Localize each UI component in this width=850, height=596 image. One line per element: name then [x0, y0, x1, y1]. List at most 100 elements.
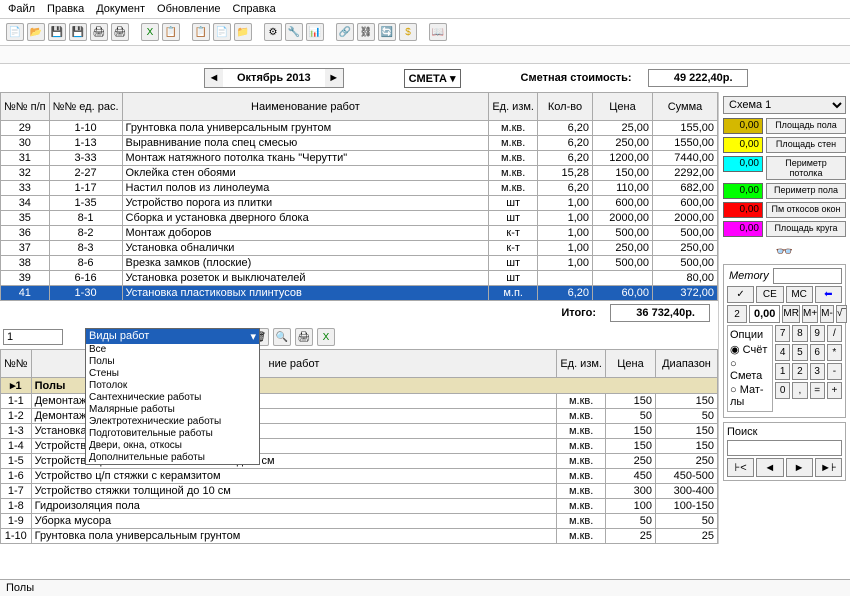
menu-help[interactable]: Справка	[233, 3, 276, 15]
table-row[interactable]: 1-11Грунтовка пола бетон-контактомм.кв.3…	[1, 544, 718, 545]
t1-header[interactable]: Цена	[593, 93, 653, 121]
calc-mplus[interactable]: M+	[802, 305, 818, 323]
period-next-button[interactable]: ►	[325, 69, 343, 87]
kdiv[interactable]: /	[827, 325, 842, 342]
k2[interactable]: 2	[792, 363, 807, 380]
menu-file[interactable]: Файл	[8, 3, 35, 15]
calc-mminus[interactable]: M-	[820, 305, 834, 323]
dropdown-item[interactable]: Стены	[86, 368, 259, 380]
calc-check[interactable]: ✓	[727, 286, 754, 303]
smeta-dropdown[interactable]: СМЕТА ▾	[404, 69, 461, 88]
menu-edit[interactable]: Правка	[47, 3, 84, 15]
calc-spin[interactable]	[727, 305, 747, 323]
table-row[interactable]: 322-27Оклейка стен обоямим.кв.15,28150,0…	[1, 166, 718, 181]
tb-tool2-icon[interactable]: 🔧	[285, 23, 303, 41]
menu-document[interactable]: Документ	[96, 3, 145, 15]
dropdown-item[interactable]: Электротехнические работы	[86, 416, 259, 428]
t1-header[interactable]: Кол-во	[538, 93, 593, 121]
k8[interactable]: 8	[792, 325, 807, 342]
menu-update[interactable]: Обновление	[157, 3, 221, 15]
table-row[interactable]: 1-8Гидроизоляция полам.кв.100100-150	[1, 499, 718, 514]
color-button[interactable]: Площадь стен	[766, 137, 846, 153]
calc-mc[interactable]: MC	[786, 286, 813, 303]
filter-search-icon[interactable]: 🔍	[273, 328, 291, 346]
k4[interactable]: 4	[775, 344, 790, 361]
tb-save-icon[interactable]: 💾	[48, 23, 66, 41]
table-row[interactable]: 411-30Установка пластиковых плинтусовм.п…	[1, 286, 718, 301]
k7[interactable]: 7	[775, 325, 790, 342]
tb-open-icon[interactable]: 📂	[27, 23, 45, 41]
search-prev[interactable]: ◄	[756, 458, 783, 477]
k5[interactable]: 5	[792, 344, 807, 361]
k1[interactable]: 1	[775, 363, 790, 380]
table-row[interactable]: 378-3Установка обналичкик-т1,00250,00250…	[1, 241, 718, 256]
main-table[interactable]: №№ п/п№№ ед. рас.Наименование работЕд. и…	[0, 92, 718, 301]
t2-header[interactable]: Цена	[606, 350, 656, 378]
tb-doc-icon[interactable]: 📄	[213, 23, 231, 41]
tb-money-icon[interactable]: $	[399, 23, 417, 41]
tb-chain-icon[interactable]: ⛓	[357, 23, 375, 41]
dropdown-item[interactable]: Дополнительные работы	[86, 452, 259, 464]
tb-excel-icon[interactable]: X	[141, 23, 159, 41]
dropdown-item[interactable]: Подготовительные работы	[86, 428, 259, 440]
dropdown-item[interactable]: Двери, окна, откосы	[86, 440, 259, 452]
table-row[interactable]: 1-7Устройство стяжки толщиной до 10 смм.…	[1, 484, 718, 499]
work-type-dropdown[interactable]: Виды работ▾ ВсеПолыСтеныПотолокСантехнич…	[85, 328, 260, 465]
tb-new-icon[interactable]: 📄	[6, 23, 24, 41]
opt-schet[interactable]: ◉ Счёт	[730, 342, 770, 357]
tb-help-icon[interactable]: 📖	[429, 23, 447, 41]
tb-tool1-icon[interactable]: ⚙	[264, 23, 282, 41]
dropdown-item[interactable]: Потолок	[86, 380, 259, 392]
color-button[interactable]: Пм откосов окон	[766, 202, 846, 218]
search-input[interactable]	[727, 440, 842, 456]
t1-header[interactable]: Ед. изм.	[489, 93, 538, 121]
period-prev-button[interactable]: ◄	[205, 69, 223, 87]
table-row[interactable]: 301-13Выравнивание пола спец смесьюм.кв.…	[1, 136, 718, 151]
table-row[interactable]: 388-6Врезка замков (плоские)шт1,00500,00…	[1, 256, 718, 271]
kminus[interactable]: -	[827, 363, 842, 380]
calc-mr[interactable]: MR	[782, 305, 800, 323]
color-button[interactable]: Периметр потолка	[766, 156, 846, 180]
color-button[interactable]: Площадь пола	[766, 118, 846, 134]
dropdown-item[interactable]: Малярные работы	[86, 404, 259, 416]
kdot[interactable]: ,	[792, 382, 807, 399]
tb-refresh-icon[interactable]: 🔄	[378, 23, 396, 41]
table-row[interactable]: 1-9Уборка мусорам.кв.5050	[1, 514, 718, 529]
filter-excel-icon[interactable]: X	[317, 328, 335, 346]
k6[interactable]: 6	[810, 344, 825, 361]
t2-header[interactable]: Диапазон	[656, 350, 718, 378]
t1-header[interactable]: №№ п/п	[1, 93, 50, 121]
dropdown-item[interactable]: Все	[86, 344, 259, 356]
tb-flag-icon[interactable]: 📋	[162, 23, 180, 41]
calc-back[interactable]: ⬅	[815, 286, 842, 303]
filter-num-input[interactable]	[3, 329, 63, 345]
tb-link-icon[interactable]: 🔗	[336, 23, 354, 41]
opt-matly[interactable]: ○ Мат-лы	[730, 383, 770, 409]
table-row[interactable]: 396-16Установка розеток и выключателейшт…	[1, 271, 718, 286]
table-row[interactable]: 358-1Сборка и установка дверного блокашт…	[1, 211, 718, 226]
tb-preview-icon[interactable]: 🖨	[111, 23, 129, 41]
table-row[interactable]: 331-17Настил полов из линолеумам.кв.6,20…	[1, 181, 718, 196]
kmul[interactable]: *	[827, 344, 842, 361]
tb-copy-icon[interactable]: 📋	[192, 23, 210, 41]
t2-header[interactable]: Ед. изм.	[557, 350, 606, 378]
dropdown-item[interactable]: Полы	[86, 356, 259, 368]
scheme-select[interactable]: Схема 1	[723, 96, 846, 114]
search-first[interactable]: ⊦<	[727, 458, 754, 477]
k3[interactable]: 3	[810, 363, 825, 380]
color-button[interactable]: Площадь круга	[766, 221, 846, 237]
kplus[interactable]: +	[827, 382, 842, 399]
tb-folder-icon[interactable]: 📁	[234, 23, 252, 41]
tb-saveas-icon[interactable]: 💾	[69, 23, 87, 41]
dropdown-list[interactable]: ВсеПолыСтеныПотолокСантехнические работы…	[86, 344, 259, 464]
calc-ce[interactable]: CE	[756, 286, 783, 303]
t1-header[interactable]: Сумма	[653, 93, 718, 121]
k9[interactable]: 9	[810, 325, 825, 342]
table-row[interactable]: 313-33Монтаж натяжного потолка ткань "Че…	[1, 151, 718, 166]
dropdown-item[interactable]: Сантехнические работы	[86, 392, 259, 404]
t2-header[interactable]: №№	[1, 350, 32, 378]
table-row[interactable]: 368-2Монтаж доборовк-т1,00500,00500,00	[1, 226, 718, 241]
keq[interactable]: =	[810, 382, 825, 399]
t1-header[interactable]: №№ ед. рас.	[49, 93, 122, 121]
glasses-icon[interactable]: 👓	[723, 243, 846, 260]
